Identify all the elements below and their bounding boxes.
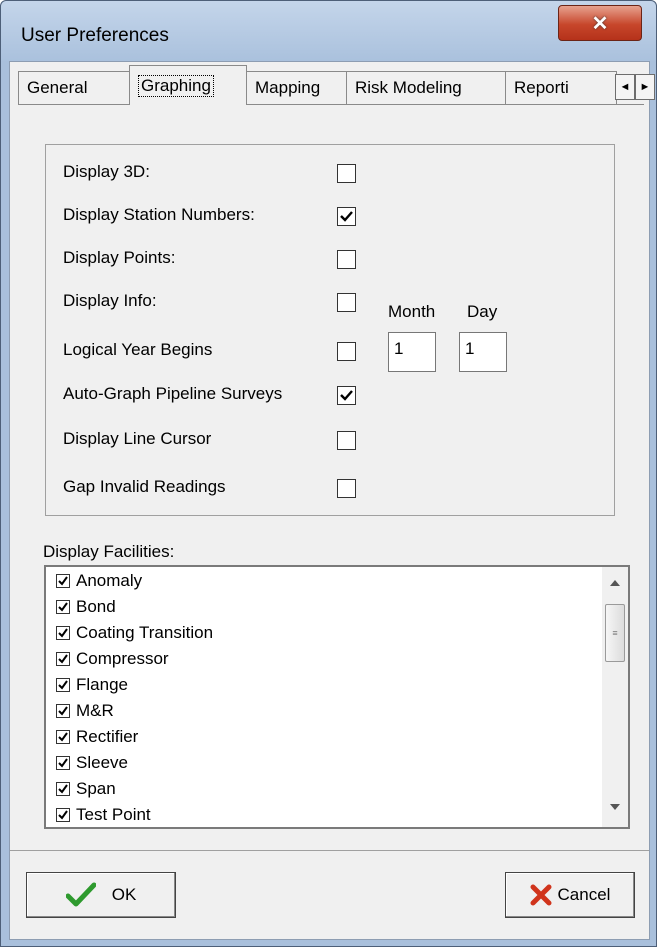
tab-mapping[interactable]: Mapping — [246, 71, 347, 104]
item-label: M&R — [76, 701, 114, 720]
tab-scroll-arrows: ◄ ► — [615, 74, 655, 100]
display-station-numbers-checkbox[interactable] — [337, 207, 356, 226]
cancel-label: Cancel — [557, 885, 611, 904]
item-checkbox[interactable] — [56, 652, 70, 666]
tab-label: Mapping — [255, 78, 321, 97]
list-item[interactable]: Rectifier — [56, 727, 138, 747]
display-3d-label: Display 3D: — [63, 162, 150, 181]
window-title: User Preferences — [21, 25, 169, 46]
scroll-down-icon[interactable] — [610, 803, 620, 811]
item-label: Bond — [76, 597, 116, 616]
cancel-x-icon — [530, 884, 552, 906]
display-info-label: Display Info: — [63, 291, 157, 310]
display-info-checkbox[interactable] — [337, 293, 356, 312]
graphing-options-group — [45, 144, 615, 516]
list-item[interactable]: Test Point — [56, 805, 151, 825]
checkmark-icon — [65, 882, 96, 907]
tab-general[interactable]: General — [18, 71, 130, 104]
display-facilities-label: Display Facilities: — [43, 542, 175, 561]
display-station-numbers-label: Display Station Numbers: — [63, 205, 255, 224]
display-line-cursor-label: Display Line Cursor — [63, 429, 212, 448]
ok-button[interactable]: OK — [26, 872, 176, 918]
tab-label: Risk Modeling — [355, 78, 462, 97]
item-label: Anomaly — [76, 571, 143, 590]
item-checkbox[interactable] — [56, 704, 70, 718]
item-checkbox[interactable] — [56, 574, 70, 588]
auto-graph-pipeline-surveys-label: Auto-Graph Pipeline Surveys — [63, 384, 283, 403]
list-item[interactable]: Coating Transition — [56, 623, 213, 643]
month-input[interactable]: 1 — [388, 332, 436, 372]
tab-label: Graphing — [138, 74, 214, 97]
item-checkbox[interactable] — [56, 756, 70, 770]
dialog-body: General Graphing Mapping Risk Modeling R… — [9, 61, 655, 940]
tab-label: Reporti — [514, 78, 569, 97]
tab-scroll-right-button[interactable]: ► — [635, 74, 655, 100]
item-checkbox[interactable] — [56, 782, 70, 796]
list-item[interactable]: Anomaly — [56, 571, 142, 591]
tab-reporting[interactable]: Reporti — [505, 71, 617, 104]
day-label: Day — [467, 302, 498, 321]
scroll-thumb[interactable]: ≡ — [605, 604, 625, 662]
list-item[interactable]: Sleeve — [56, 753, 128, 773]
ok-label: OK — [111, 885, 137, 904]
item-checkbox[interactable] — [56, 730, 70, 744]
close-icon: ✕ — [591, 12, 609, 35]
arrow-left-icon: ◄ — [619, 81, 631, 93]
gap-invalid-readings-label: Gap Invalid Readings — [63, 477, 226, 496]
item-label: Flange — [76, 675, 128, 694]
item-label: Coating Transition — [76, 623, 214, 642]
item-checkbox[interactable] — [56, 600, 70, 614]
logical-year-begins-checkbox[interactable] — [337, 342, 356, 361]
tab-risk-modeling[interactable]: Risk Modeling — [346, 71, 506, 104]
item-label: Compressor — [76, 649, 169, 668]
display-line-cursor-checkbox[interactable] — [337, 431, 356, 450]
tab-scroll-left-button[interactable]: ◄ — [615, 74, 635, 100]
tab-label: General — [27, 78, 88, 97]
close-button[interactable]: ✕ — [558, 5, 642, 41]
gap-invalid-readings-checkbox[interactable] — [337, 479, 356, 498]
list-item[interactable]: Bond — [56, 597, 116, 617]
display-points-checkbox[interactable] — [337, 250, 356, 269]
display-points-label: Display Points: — [63, 248, 176, 267]
list-item[interactable]: M&R — [56, 701, 114, 721]
cancel-button[interactable]: Cancel — [505, 872, 635, 918]
logical-year-begins-label: Logical Year Begins — [63, 340, 213, 359]
scroll-up-icon[interactable] — [610, 579, 620, 587]
display-3d-checkbox[interactable] — [337, 164, 356, 183]
tab-graphing[interactable]: Graphing — [129, 65, 247, 105]
title-bar[interactable]: User Preferences ✕ — [1, 1, 656, 61]
month-label: Month — [388, 302, 436, 321]
auto-graph-pipeline-surveys-checkbox[interactable] — [337, 386, 356, 405]
list-item[interactable]: Span — [56, 779, 116, 799]
item-label: Span — [76, 779, 116, 798]
item-checkbox[interactable] — [56, 626, 70, 640]
item-label: Sleeve — [76, 753, 128, 772]
item-checkbox[interactable] — [56, 678, 70, 692]
listbox-scrollbar[interactable]: ≡ — [602, 567, 628, 827]
item-label: Rectifier — [76, 727, 139, 746]
item-checkbox[interactable] — [56, 808, 70, 822]
list-item[interactable]: Flange — [56, 675, 128, 695]
user-preferences-window: User Preferences ✕ General Graphing Mapp… — [0, 0, 657, 947]
facilities-listbox[interactable]: Anomaly Bond Coating Transition Compress… — [44, 565, 630, 829]
item-label: Test Point — [76, 805, 151, 824]
tab-divider — [18, 104, 644, 105]
list-item[interactable]: Compressor — [56, 649, 169, 669]
day-input[interactable]: 1 — [459, 332, 507, 372]
arrow-right-icon: ► — [639, 81, 651, 93]
